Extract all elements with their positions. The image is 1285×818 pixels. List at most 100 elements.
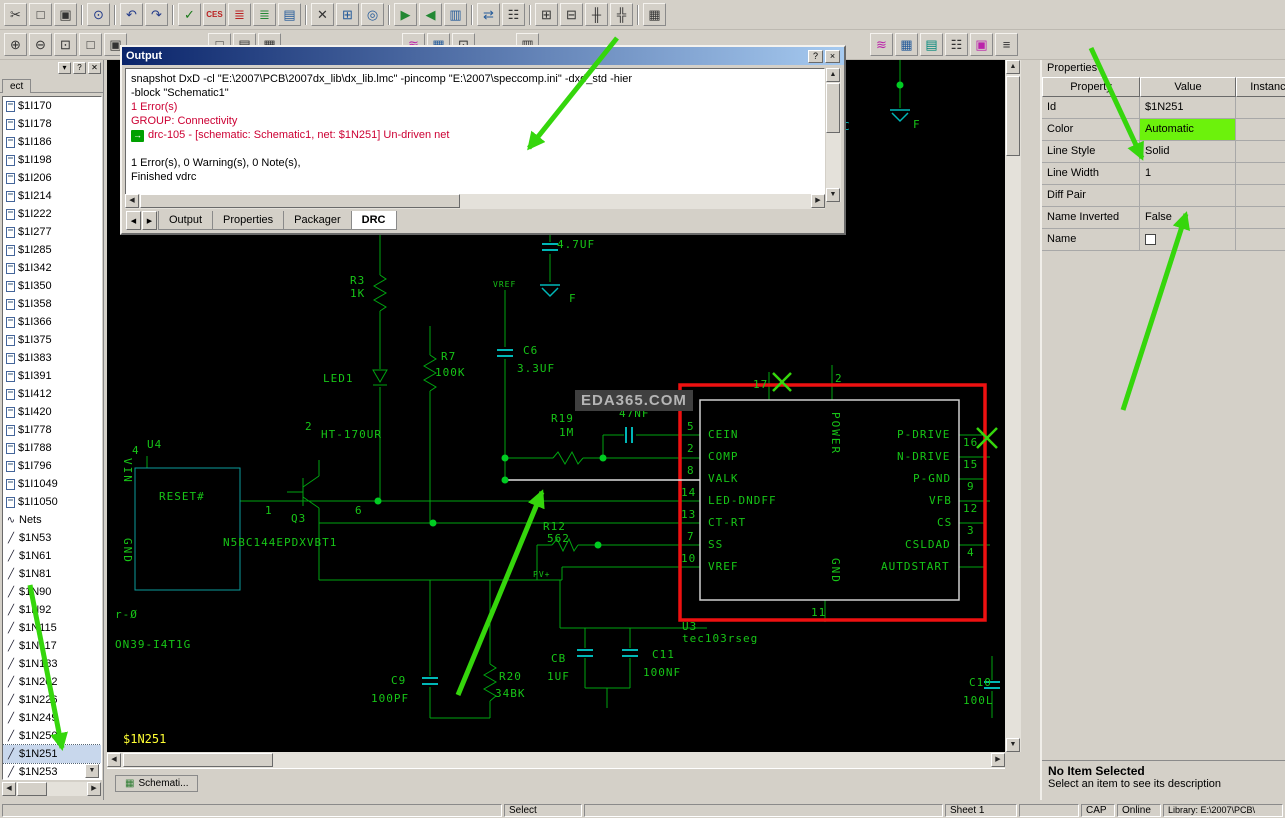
tree-item-instance[interactable]: $1I350 bbox=[3, 277, 101, 295]
close-button[interactable]: × bbox=[825, 50, 840, 63]
scroll-left-arrow[interactable]: ◀ bbox=[107, 753, 121, 767]
output-window-titlebar[interactable]: Output ? × bbox=[122, 47, 844, 65]
project-tree[interactable]: $1I170$1I178$1I186$1I198$1I206$1I214$1I2… bbox=[2, 96, 102, 780]
tree-item-instance[interactable]: $1I206 bbox=[3, 169, 101, 187]
sheet-icon[interactable]: ▦ bbox=[643, 3, 666, 26]
panel-close-button[interactable]: ✕ bbox=[88, 62, 101, 74]
canvas-vertical-scrollbar[interactable]: ▲ ▼ bbox=[1005, 60, 1021, 752]
tab-scroll-left-arrow[interactable]: ◀ bbox=[126, 211, 141, 230]
scroll-right-arrow[interactable]: ▶ bbox=[87, 782, 101, 796]
tree-item-instance[interactable]: $1I285 bbox=[3, 241, 101, 259]
tree-item-instance[interactable]: $1I342 bbox=[3, 259, 101, 277]
scrollbar-thumb[interactable] bbox=[140, 194, 460, 208]
tree-item-net[interactable]: ╱$1N250 bbox=[3, 727, 101, 745]
output-tab-properties[interactable]: Properties bbox=[212, 211, 284, 230]
layers2-icon[interactable]: ☷ bbox=[945, 33, 968, 56]
tree-item-instance[interactable]: $1I375 bbox=[3, 331, 101, 349]
scrollbar-thumb[interactable] bbox=[17, 782, 47, 796]
scrollbar-thumb[interactable] bbox=[1006, 76, 1020, 156]
tree-item-instance[interactable]: $1I277 bbox=[3, 223, 101, 241]
tree-item-net[interactable]: ╱$1N92 bbox=[3, 601, 101, 619]
find-icon[interactable]: ⊙ bbox=[87, 3, 110, 26]
property-value[interactable]: $1N251 bbox=[1140, 97, 1236, 119]
output-horizontal-scrollbar[interactable]: ◀ ▶ bbox=[125, 194, 825, 209]
property-value[interactable]: Automatic bbox=[1140, 119, 1236, 141]
tree-item-net[interactable]: ╱$1N249 bbox=[3, 709, 101, 727]
tree-item-instance[interactable]: $1I420 bbox=[3, 403, 101, 421]
row-icon[interactable]: ╫ bbox=[585, 3, 608, 26]
tree-item-net[interactable]: ╱$1N251 bbox=[3, 745, 101, 763]
tree-item-instance[interactable]: $1I1049 bbox=[3, 475, 101, 493]
zoom-page-icon[interactable]: □ bbox=[79, 33, 102, 56]
scroll-up-arrow[interactable]: ▲ bbox=[826, 68, 840, 82]
list-icon[interactable]: ≣ bbox=[228, 3, 251, 26]
tree-scroll-down-button[interactable]: ▼ bbox=[85, 764, 99, 778]
scrollbar-thumb[interactable] bbox=[123, 753, 273, 767]
zoom-out-icon[interactable]: ⊖ bbox=[29, 33, 52, 56]
scroll-left-arrow[interactable]: ◀ bbox=[2, 782, 16, 796]
scroll-down-arrow[interactable]: ▼ bbox=[1006, 738, 1020, 752]
tree-item-net[interactable]: ╱$1N53 bbox=[3, 529, 101, 547]
tree-item-instance[interactable]: $1I778 bbox=[3, 421, 101, 439]
tree-item-net[interactable]: ╱$1N183 bbox=[3, 655, 101, 673]
tree-item-instance[interactable]: $1I412 bbox=[3, 385, 101, 403]
tree-item-instance[interactable]: $1I186 bbox=[3, 133, 101, 151]
property-value[interactable]: False bbox=[1140, 207, 1236, 229]
list2-icon[interactable]: ≣ bbox=[253, 3, 276, 26]
tree-item-net[interactable]: ╱$1N90 bbox=[3, 583, 101, 601]
delete-icon[interactable]: ✕ bbox=[311, 3, 334, 26]
tree-item-instance[interactable]: $1I383 bbox=[3, 349, 101, 367]
tree-item-net[interactable]: ╱$1N115 bbox=[3, 619, 101, 637]
tree-item-instance[interactable]: $1I214 bbox=[3, 187, 101, 205]
column-header-value[interactable]: Value bbox=[1140, 77, 1236, 97]
scroll-right-arrow[interactable]: ▶ bbox=[811, 194, 825, 208]
tree-item-net[interactable]: ╱$1N226 bbox=[3, 691, 101, 709]
name-visible-checkbox[interactable] bbox=[1145, 234, 1156, 245]
property-value[interactable]: Solid bbox=[1140, 141, 1236, 163]
tree-item-nets-folder[interactable]: ∿Nets bbox=[3, 511, 101, 529]
tree-item-net[interactable]: ╱$1N61 bbox=[3, 547, 101, 565]
chart-icon[interactable]: ▥ bbox=[444, 3, 467, 26]
grid-icon[interactable]: ⊞ bbox=[336, 3, 359, 26]
run-icon[interactable]: ▶ bbox=[394, 3, 417, 26]
table-add-icon[interactable]: ⊞ bbox=[535, 3, 558, 26]
undo-icon[interactable]: ↶ bbox=[120, 3, 143, 26]
block-icon[interactable]: ▣ bbox=[970, 33, 993, 56]
tree-item-instance[interactable]: $1I222 bbox=[3, 205, 101, 223]
output-tab-drc[interactable]: DRC bbox=[351, 211, 397, 230]
tree-item-net[interactable]: ╱$1N202 bbox=[3, 673, 101, 691]
ces-icon[interactable]: CES bbox=[203, 3, 226, 26]
book-icon[interactable]: ▤ bbox=[278, 3, 301, 26]
output-vertical-scrollbar[interactable]: ▲ ▼ bbox=[826, 68, 841, 202]
column-icon[interactable]: ╬ bbox=[610, 3, 633, 26]
tree-horizontal-scrollbar[interactable]: ◀ ▶ bbox=[2, 782, 101, 796]
check-icon[interactable]: ✓ bbox=[178, 3, 201, 26]
copy-icon[interactable]: □ bbox=[29, 3, 52, 26]
project-tab[interactable]: ect bbox=[2, 79, 31, 93]
paste-icon[interactable]: ▣ bbox=[54, 3, 77, 26]
target-icon[interactable]: ◎ bbox=[361, 3, 384, 26]
scroll-up-arrow[interactable]: ▲ bbox=[1006, 60, 1020, 74]
doc2-icon[interactable]: ▤ bbox=[920, 33, 943, 56]
layers-icon[interactable]: ☷ bbox=[502, 3, 525, 26]
tree-item-instance[interactable]: $1I796 bbox=[3, 457, 101, 475]
output-tab-output[interactable]: Output bbox=[158, 211, 213, 230]
property-value[interactable] bbox=[1140, 229, 1236, 251]
panel-menu-button[interactable]: ▾ bbox=[58, 62, 71, 74]
tree-item-instance[interactable]: $1I178 bbox=[3, 115, 101, 133]
output-tab-packager[interactable]: Packager bbox=[283, 211, 351, 230]
tree-item-instance[interactable]: $1I198 bbox=[3, 151, 101, 169]
scroll-right-arrow[interactable]: ▶ bbox=[991, 753, 1005, 767]
column-header-property[interactable]: Property bbox=[1042, 77, 1140, 97]
scroll-down-arrow[interactable]: ▼ bbox=[826, 188, 840, 202]
swap-icon[interactable]: ⇄ bbox=[477, 3, 500, 26]
property-value[interactable] bbox=[1140, 185, 1236, 207]
help-button[interactable]: ? bbox=[808, 50, 823, 63]
sheet-tab[interactable]: ▦ Schemati... bbox=[115, 775, 198, 792]
wave2-icon[interactable]: ≋ bbox=[870, 33, 893, 56]
scrollbar-thumb[interactable] bbox=[826, 83, 840, 133]
flip-icon[interactable]: ◀ bbox=[419, 3, 442, 26]
cut-icon[interactable]: ✂ bbox=[4, 3, 27, 26]
property-value[interactable]: 1 bbox=[1140, 163, 1236, 185]
table-remove-icon[interactable]: ⊟ bbox=[560, 3, 583, 26]
